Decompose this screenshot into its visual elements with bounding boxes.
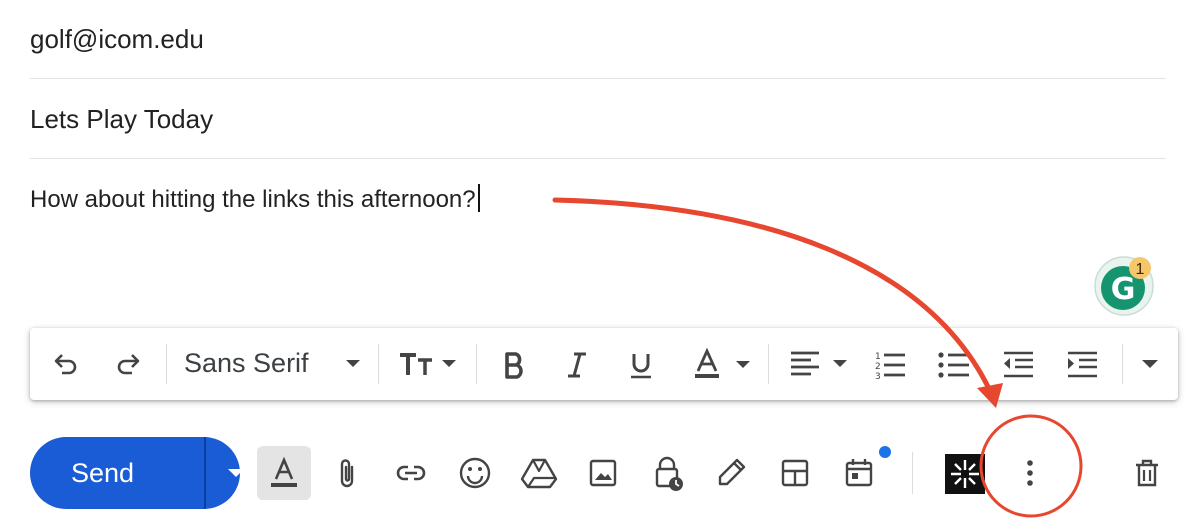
- trash-icon: [1136, 459, 1158, 487]
- bold-icon: [505, 352, 523, 379]
- formatting-toolbar: Sans Serif 1 2 3: [30, 328, 1178, 400]
- text-size-button[interactable]: [392, 344, 464, 384]
- text-color-button[interactable]: [686, 344, 758, 384]
- emoji-button[interactable]: [448, 446, 502, 500]
- signature-button[interactable]: [704, 446, 758, 500]
- svg-text:1: 1: [875, 352, 881, 362]
- italic-button[interactable]: [558, 346, 596, 384]
- schedule-button[interactable]: [832, 446, 886, 500]
- separator: [912, 452, 913, 494]
- send-button[interactable]: Send: [30, 437, 244, 509]
- svg-text:3: 3: [875, 372, 881, 381]
- undo-icon: [54, 354, 77, 375]
- link-icon: [396, 465, 426, 481]
- discard-button[interactable]: [1120, 446, 1174, 500]
- send-label: Send: [70, 458, 135, 488]
- notification-dot: [879, 446, 891, 458]
- link-button[interactable]: [384, 446, 438, 500]
- extension-logo-icon: [951, 460, 979, 488]
- undo-button[interactable]: [48, 346, 84, 382]
- photo-icon: [589, 459, 617, 487]
- attach-button[interactable]: [320, 446, 374, 500]
- font-name: Sans Serif: [184, 348, 309, 378]
- font-selector[interactable]: Sans Serif: [180, 328, 372, 400]
- text-size-icon: [400, 353, 456, 375]
- more-options-button[interactable]: [1003, 446, 1057, 500]
- chevron-down-icon: [228, 469, 244, 477]
- align-button[interactable]: [782, 344, 854, 384]
- subject-field[interactable]: Lets Play Today: [30, 104, 213, 135]
- indent-less-icon: [1004, 351, 1033, 378]
- more-formatting-button[interactable]: [1132, 346, 1168, 382]
- indent-less-button[interactable]: [998, 346, 1038, 384]
- text-caret: [477, 184, 480, 212]
- template-icon: [781, 459, 809, 487]
- grammarly-letter: G: [1111, 272, 1136, 307]
- divider: [30, 158, 1166, 159]
- numbered-list-button[interactable]: 1 2 3: [870, 346, 910, 384]
- bold-button[interactable]: [495, 346, 533, 384]
- separator: [1122, 344, 1123, 384]
- underline-icon: [631, 354, 651, 379]
- photo-button[interactable]: [576, 446, 630, 500]
- message-body-text: How about hitting the links this afterno…: [30, 186, 476, 213]
- redo-icon: [117, 354, 140, 375]
- grammarly-button[interactable]: G 1: [1094, 256, 1154, 316]
- attach-icon: [340, 459, 354, 488]
- emoji-icon: [459, 457, 491, 489]
- signature-icon: [718, 458, 746, 486]
- divider: [30, 78, 1166, 79]
- text-color-icon: [695, 347, 750, 378]
- indent-more-icon: [1068, 351, 1097, 378]
- redo-button[interactable]: [110, 346, 146, 382]
- send-options-button[interactable]: [206, 437, 244, 509]
- bulleted-list-button[interactable]: [934, 346, 974, 384]
- to-field[interactable]: golf@icom.edu: [30, 24, 204, 55]
- bulleted-list-icon: [938, 352, 969, 378]
- drive-button[interactable]: [512, 446, 566, 500]
- align-icon: [791, 351, 847, 376]
- confidential-icon: [655, 456, 683, 491]
- drive-icon: [520, 458, 558, 489]
- schedule-icon: [845, 459, 873, 487]
- numbered-list-icon: 1 2 3: [875, 352, 905, 381]
- svg-text:2: 2: [875, 362, 881, 372]
- indent-more-button[interactable]: [1062, 346, 1102, 384]
- italic-icon: [568, 352, 586, 378]
- confidential-mode-button[interactable]: [640, 446, 694, 500]
- grammarly-count: 1: [1136, 261, 1145, 278]
- font-dropdown-icon: [346, 360, 360, 367]
- grammarly-icon: G 1: [1094, 256, 1154, 316]
- more-options-icon: [1027, 460, 1033, 486]
- more-formatting-icon: [1142, 360, 1158, 368]
- template-button[interactable]: [768, 446, 822, 500]
- formatting-options-button[interactable]: [257, 446, 311, 500]
- separator: [378, 344, 379, 384]
- separator: [476, 344, 477, 384]
- underline-button[interactable]: [622, 346, 660, 384]
- separator: [166, 344, 167, 384]
- extension-button[interactable]: [945, 454, 985, 494]
- separator: [768, 344, 769, 384]
- message-body[interactable]: How about hitting the links this afterno…: [30, 184, 480, 214]
- formatting-options-icon: [271, 456, 297, 487]
